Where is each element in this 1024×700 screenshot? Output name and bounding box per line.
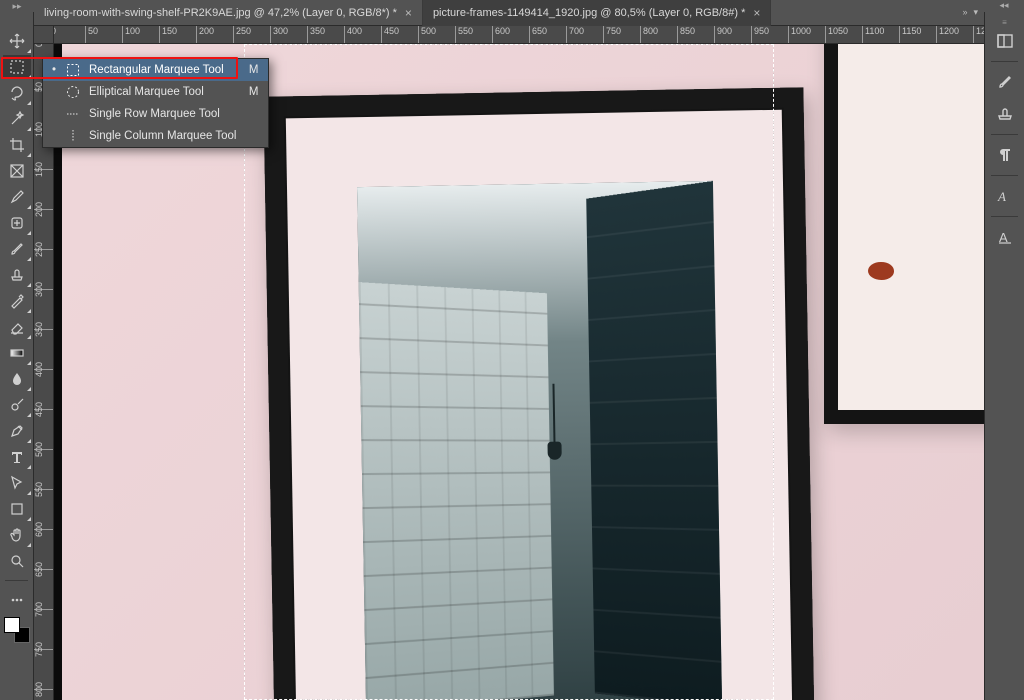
character-panel-icon[interactable]: A <box>988 222 1022 252</box>
active-dot-icon: • <box>51 64 57 76</box>
divider <box>991 175 1018 176</box>
flyout-item-shortcut: M <box>249 86 259 98</box>
brush-tool[interactable] <box>2 236 32 262</box>
character-styles-panel-icon[interactable]: A <box>988 181 1022 211</box>
collapse-toolbar-handle[interactable]: ▸▸ <box>0 0 34 12</box>
path-selection-tool[interactable] <box>2 470 32 496</box>
dodge-tool[interactable] <box>2 392 32 418</box>
flyout-item-single-row-marquee[interactable]: Single Row Marquee Tool <box>43 103 268 125</box>
frame-tool[interactable] <box>2 158 32 184</box>
brush-settings-panel-icon[interactable] <box>988 67 1022 97</box>
flyout-item-rectangular-marquee[interactable]: • Rectangular Marquee Tool M <box>43 59 268 81</box>
crop-tool[interactable] <box>2 132 32 158</box>
picture-mat <box>286 110 794 700</box>
elliptical-marquee-icon <box>65 85 81 99</box>
flyout-item-label: Single Column Marquee Tool <box>89 130 236 142</box>
svg-text:A: A <box>997 189 1006 204</box>
dock-grip[interactable]: ≡ <box>985 18 1024 24</box>
horizontal-ruler[interactable]: 0501001502002503003504004505005506006507… <box>54 26 984 44</box>
document-tabs-bar: living-room-with-swing-shelf-PR2K9AE.jpg… <box>34 0 984 26</box>
eyedropper-tool[interactable] <box>2 184 32 210</box>
marquee-tool[interactable] <box>2 54 32 80</box>
close-icon[interactable]: × <box>405 6 412 20</box>
gradient-tool[interactable] <box>2 340 32 366</box>
right-panels-dock: ≡ A A <box>984 12 1024 700</box>
history-brush-tool[interactable] <box>2 288 32 314</box>
pen-tool[interactable] <box>2 418 32 444</box>
edit-toolbar-button[interactable] <box>2 587 32 613</box>
toggle-panels-icon[interactable] <box>988 26 1022 56</box>
divider <box>991 61 1018 62</box>
collapse-rightbar-handle[interactable]: ◂◂ <box>984 0 1024 12</box>
close-icon[interactable]: × <box>753 6 760 20</box>
color-swatches[interactable] <box>4 617 30 643</box>
document-tab-title: living-room-with-swing-shelf-PR2K9AE.jpg… <box>44 7 397 19</box>
single-column-marquee-icon <box>65 129 81 143</box>
divider <box>5 580 28 581</box>
clone-source-panel-icon[interactable] <box>988 99 1022 129</box>
picture-frame <box>263 87 816 700</box>
document-tab[interactable]: picture-frames-1149414_1920.jpg @ 80,5% … <box>423 0 771 26</box>
lasso-tool[interactable] <box>2 80 32 106</box>
flyout-item-single-column-marquee[interactable]: Single Column Marquee Tool <box>43 125 268 147</box>
zoom-tool[interactable] <box>2 548 32 574</box>
paragraph-panel-icon[interactable] <box>988 140 1022 170</box>
tools-panel <box>0 12 34 700</box>
eraser-tool[interactable] <box>2 314 32 340</box>
framed-photo <box>357 181 722 700</box>
flyout-item-label: Single Row Marquee Tool <box>89 108 236 120</box>
type-tool[interactable] <box>2 444 32 470</box>
rectangular-marquee-icon <box>65 63 81 77</box>
flyout-item-label: Rectangular Marquee Tool <box>89 64 227 76</box>
marquee-tool-flyout: • Rectangular Marquee Tool M Elliptical … <box>42 58 269 148</box>
shape-tool[interactable] <box>2 496 32 522</box>
ruler-tick: 800 <box>34 680 54 700</box>
flyout-item-elliptical-marquee[interactable]: Elliptical Marquee Tool M <box>43 81 268 103</box>
divider <box>991 134 1018 135</box>
ruler-tick: 1250 <box>973 26 984 44</box>
foreground-color-swatch[interactable] <box>4 617 20 633</box>
document-tab[interactable]: living-room-with-swing-shelf-PR2K9AE.jpg… <box>34 0 423 26</box>
blur-tool[interactable] <box>2 366 32 392</box>
clone-stamp-tool[interactable] <box>2 262 32 288</box>
document-tab-title: picture-frames-1149414_1920.jpg @ 80,5% … <box>433 7 745 19</box>
healing-brush-tool[interactable] <box>2 210 32 236</box>
flyout-item-shortcut: M <box>249 64 259 76</box>
single-row-marquee-icon <box>65 107 81 121</box>
flyout-item-label: Elliptical Marquee Tool <box>89 86 227 98</box>
divider <box>991 216 1018 217</box>
tab-overflow[interactable]: »▾ <box>956 7 984 18</box>
hand-tool[interactable] <box>2 522 32 548</box>
magic-wand-tool[interactable] <box>2 106 32 132</box>
move-tool[interactable] <box>2 28 32 54</box>
ruler-origin[interactable] <box>34 26 54 44</box>
picture-frame-secondary <box>824 44 984 424</box>
